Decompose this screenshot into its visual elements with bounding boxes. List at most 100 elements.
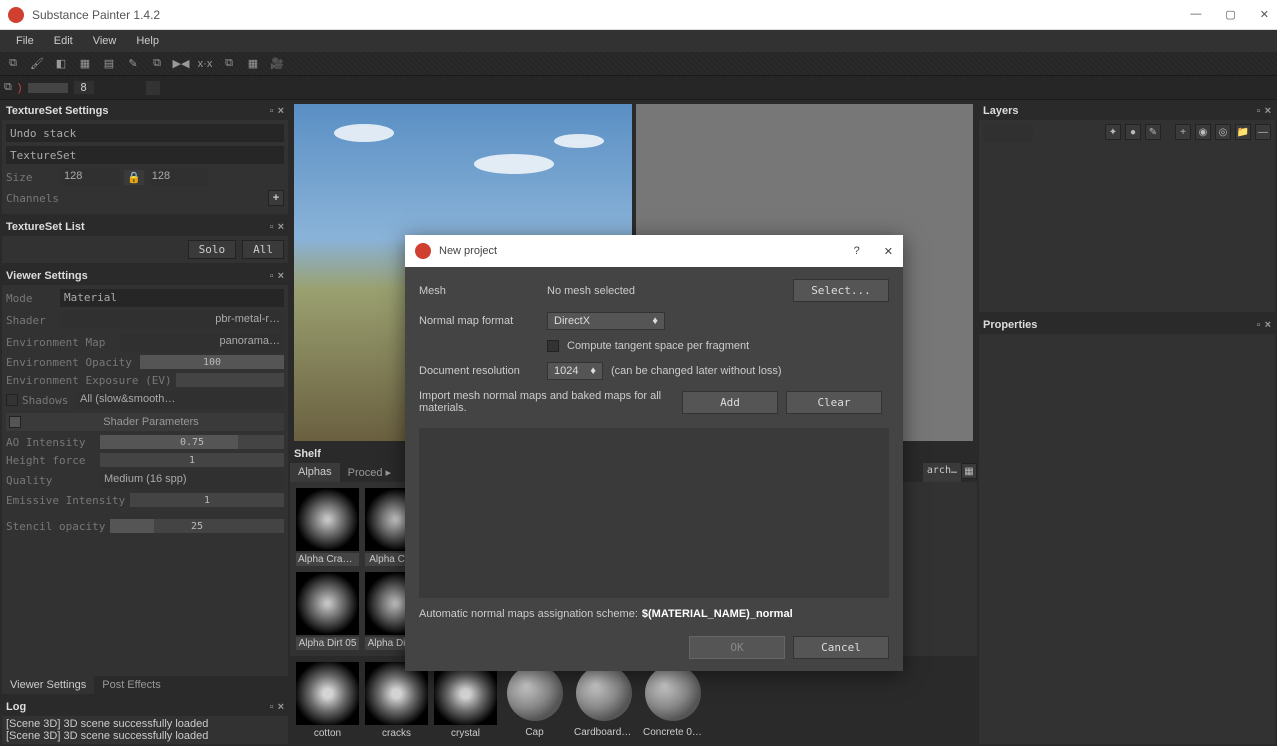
ok-button[interactable]: OK (689, 636, 785, 659)
size-width-select[interactable]: 128 (60, 168, 120, 186)
panel-properties: Properties ▫× (979, 316, 1275, 744)
menu-help[interactable]: Help (126, 30, 169, 52)
tab-viewer-settings[interactable]: Viewer Settings (2, 676, 94, 694)
solo-button[interactable]: Solo (188, 240, 237, 259)
dialog-close-button[interactable]: ✕ (884, 245, 893, 258)
ao-slider[interactable]: 0.75 (100, 435, 284, 449)
panel-close-icon[interactable]: × (278, 105, 284, 117)
panel-close-icon[interactable]: × (278, 701, 284, 713)
docres-select[interactable]: 1024♦ (547, 362, 603, 380)
tool-fill-icon[interactable]: ▤ (100, 55, 118, 73)
brush-color-swatch[interactable] (146, 81, 160, 95)
panel-undock-icon[interactable]: ▫ (270, 701, 274, 713)
dialog-help-button[interactable]: ? (854, 245, 860, 258)
tool-symx-icon[interactable]: x·x (196, 55, 214, 73)
carousel-item[interactable]: Concrete 002 (641, 662, 704, 740)
layer-edit-icon[interactable]: ✎ (1145, 124, 1161, 140)
tool-camera-icon[interactable]: 🎥 (268, 55, 286, 73)
shelf-thumb (296, 572, 359, 635)
emissive-label: Emissive Intensity (6, 494, 126, 507)
tool-eraser-icon[interactable]: ◧ (52, 55, 70, 73)
brush-size-icon[interactable]: ) (18, 82, 22, 94)
panel-close-icon[interactable]: × (1265, 105, 1271, 117)
tool-open-icon[interactable]: ⧉ (4, 55, 22, 73)
shader-params-header[interactable]: Shader Parameters (6, 413, 284, 431)
carousel-item[interactable]: cotton (296, 662, 359, 740)
panel-undock-icon[interactable]: ▫ (1257, 105, 1261, 117)
panel-undock-icon[interactable]: ▫ (1257, 319, 1261, 331)
tool-brush-icon[interactable]: 🖌 (28, 55, 46, 73)
add-channel-button[interactable]: + (268, 190, 284, 206)
carousel-item[interactable]: Cardboard 0… (572, 662, 635, 740)
tangent-checkbox[interactable] (547, 340, 559, 352)
maps-listbox[interactable] (419, 428, 889, 598)
panel-undock-icon[interactable]: ▫ (270, 270, 274, 282)
normal-format-select[interactable]: DirectX♦ (547, 312, 665, 330)
panel-undock-icon[interactable]: ▫ (270, 221, 274, 233)
envmap-select[interactable]: panorama… (120, 333, 284, 351)
window-maximize-button[interactable]: ▢ (1225, 8, 1235, 21)
normal-format-label: Normal map format (419, 315, 539, 327)
quality-select[interactable]: Medium (16 spp) (100, 471, 284, 489)
stencil-slider[interactable]: 25 (110, 519, 284, 533)
shadows-checkbox[interactable] (6, 394, 18, 406)
panel-title: Log (6, 701, 26, 713)
cancel-button[interactable]: Cancel (793, 636, 889, 659)
menu-view[interactable]: View (83, 30, 127, 52)
window-minimize-button[interactable]: — (1190, 8, 1201, 21)
shelf-search-field[interactable]: arch… (923, 463, 961, 482)
panel-close-icon[interactable]: × (278, 270, 284, 282)
add-layer-button[interactable]: + (1175, 124, 1191, 140)
clear-maps-button[interactable]: Clear (786, 391, 882, 414)
select-mesh-button[interactable]: Select... (793, 279, 889, 302)
carousel-item[interactable]: cracks (365, 662, 428, 740)
shelf-tab-alphas[interactable]: Alphas (290, 463, 340, 482)
carousel-item[interactable]: crystal (434, 662, 497, 740)
add-folder-icon[interactable]: 📁 (1235, 124, 1251, 140)
add-fill-icon[interactable]: ◉ (1195, 124, 1211, 140)
layer-effect-icon[interactable]: ✦ (1105, 124, 1121, 140)
tool-smudge-icon[interactable]: ✎ (124, 55, 142, 73)
carousel-label: Cardboard 0… (572, 726, 635, 739)
size-height-select[interactable]: 128 (148, 168, 208, 186)
carousel-item[interactable]: Cap (503, 662, 566, 740)
all-button[interactable]: All (242, 240, 284, 259)
layer-mask-icon[interactable]: ● (1125, 124, 1141, 140)
tool-clone-icon[interactable]: ⧉ (148, 55, 166, 73)
blend-mode-select[interactable] (983, 124, 1033, 142)
add-smart-icon[interactable]: ◎ (1215, 124, 1231, 140)
tool-export-icon[interactable]: ⧉ (220, 55, 238, 73)
shadows-label: Shadows (22, 394, 72, 407)
tool-sym-icon[interactable]: ▶◀ (172, 55, 190, 73)
mode-select[interactable]: Material (60, 289, 284, 307)
textureset-field[interactable] (6, 146, 284, 164)
env-exposure-slider[interactable] (176, 373, 284, 387)
add-map-button[interactable]: Add (682, 391, 778, 414)
undo-stack-field[interactable] (6, 124, 284, 142)
window-titlebar: Substance Painter 1.4.2 — ▢ ✕ (0, 0, 1277, 30)
tool-projection-icon[interactable]: ▦ (76, 55, 94, 73)
height-slider[interactable]: 1 (100, 453, 284, 467)
window-close-button[interactable]: ✕ (1260, 8, 1269, 21)
tab-post-effects[interactable]: Post Effects (94, 676, 169, 694)
panel-close-icon[interactable]: × (1265, 319, 1271, 331)
shelf-tab-procedural[interactable]: Proced ▸ (340, 463, 399, 482)
panel-close-icon[interactable]: × (278, 221, 284, 233)
panel-undock-icon[interactable]: ▫ (270, 105, 274, 117)
menu-edit[interactable]: Edit (44, 30, 83, 52)
shelf-item[interactable]: Alpha Dirt 05 (296, 572, 359, 650)
brush-edit-icon[interactable]: ⧉ (4, 81, 12, 94)
tool-grid-icon[interactable]: ▦ (244, 55, 262, 73)
shelf-item[interactable]: Alpha Crack… (296, 488, 359, 566)
shadows-select[interactable]: All (slow&smooth… (76, 391, 284, 409)
menu-file[interactable]: File (6, 30, 44, 52)
delete-layer-icon[interactable]: — (1255, 124, 1271, 140)
shader-select[interactable]: pbr-metal-r… (60, 311, 284, 329)
panel-layers: Layers ▫× ✦ ● ✎ + ◉ ◎ 📁 — (979, 102, 1275, 312)
shelf-view-grid-icon[interactable]: ▦ (961, 463, 977, 479)
emissive-slider[interactable]: 1 (130, 493, 284, 507)
env-opacity-slider[interactable]: 100 (140, 355, 284, 369)
brush-size-value[interactable]: 8 (74, 81, 94, 94)
lock-icon[interactable]: 🔒 (124, 170, 144, 185)
brush-size-slider[interactable] (28, 83, 68, 93)
